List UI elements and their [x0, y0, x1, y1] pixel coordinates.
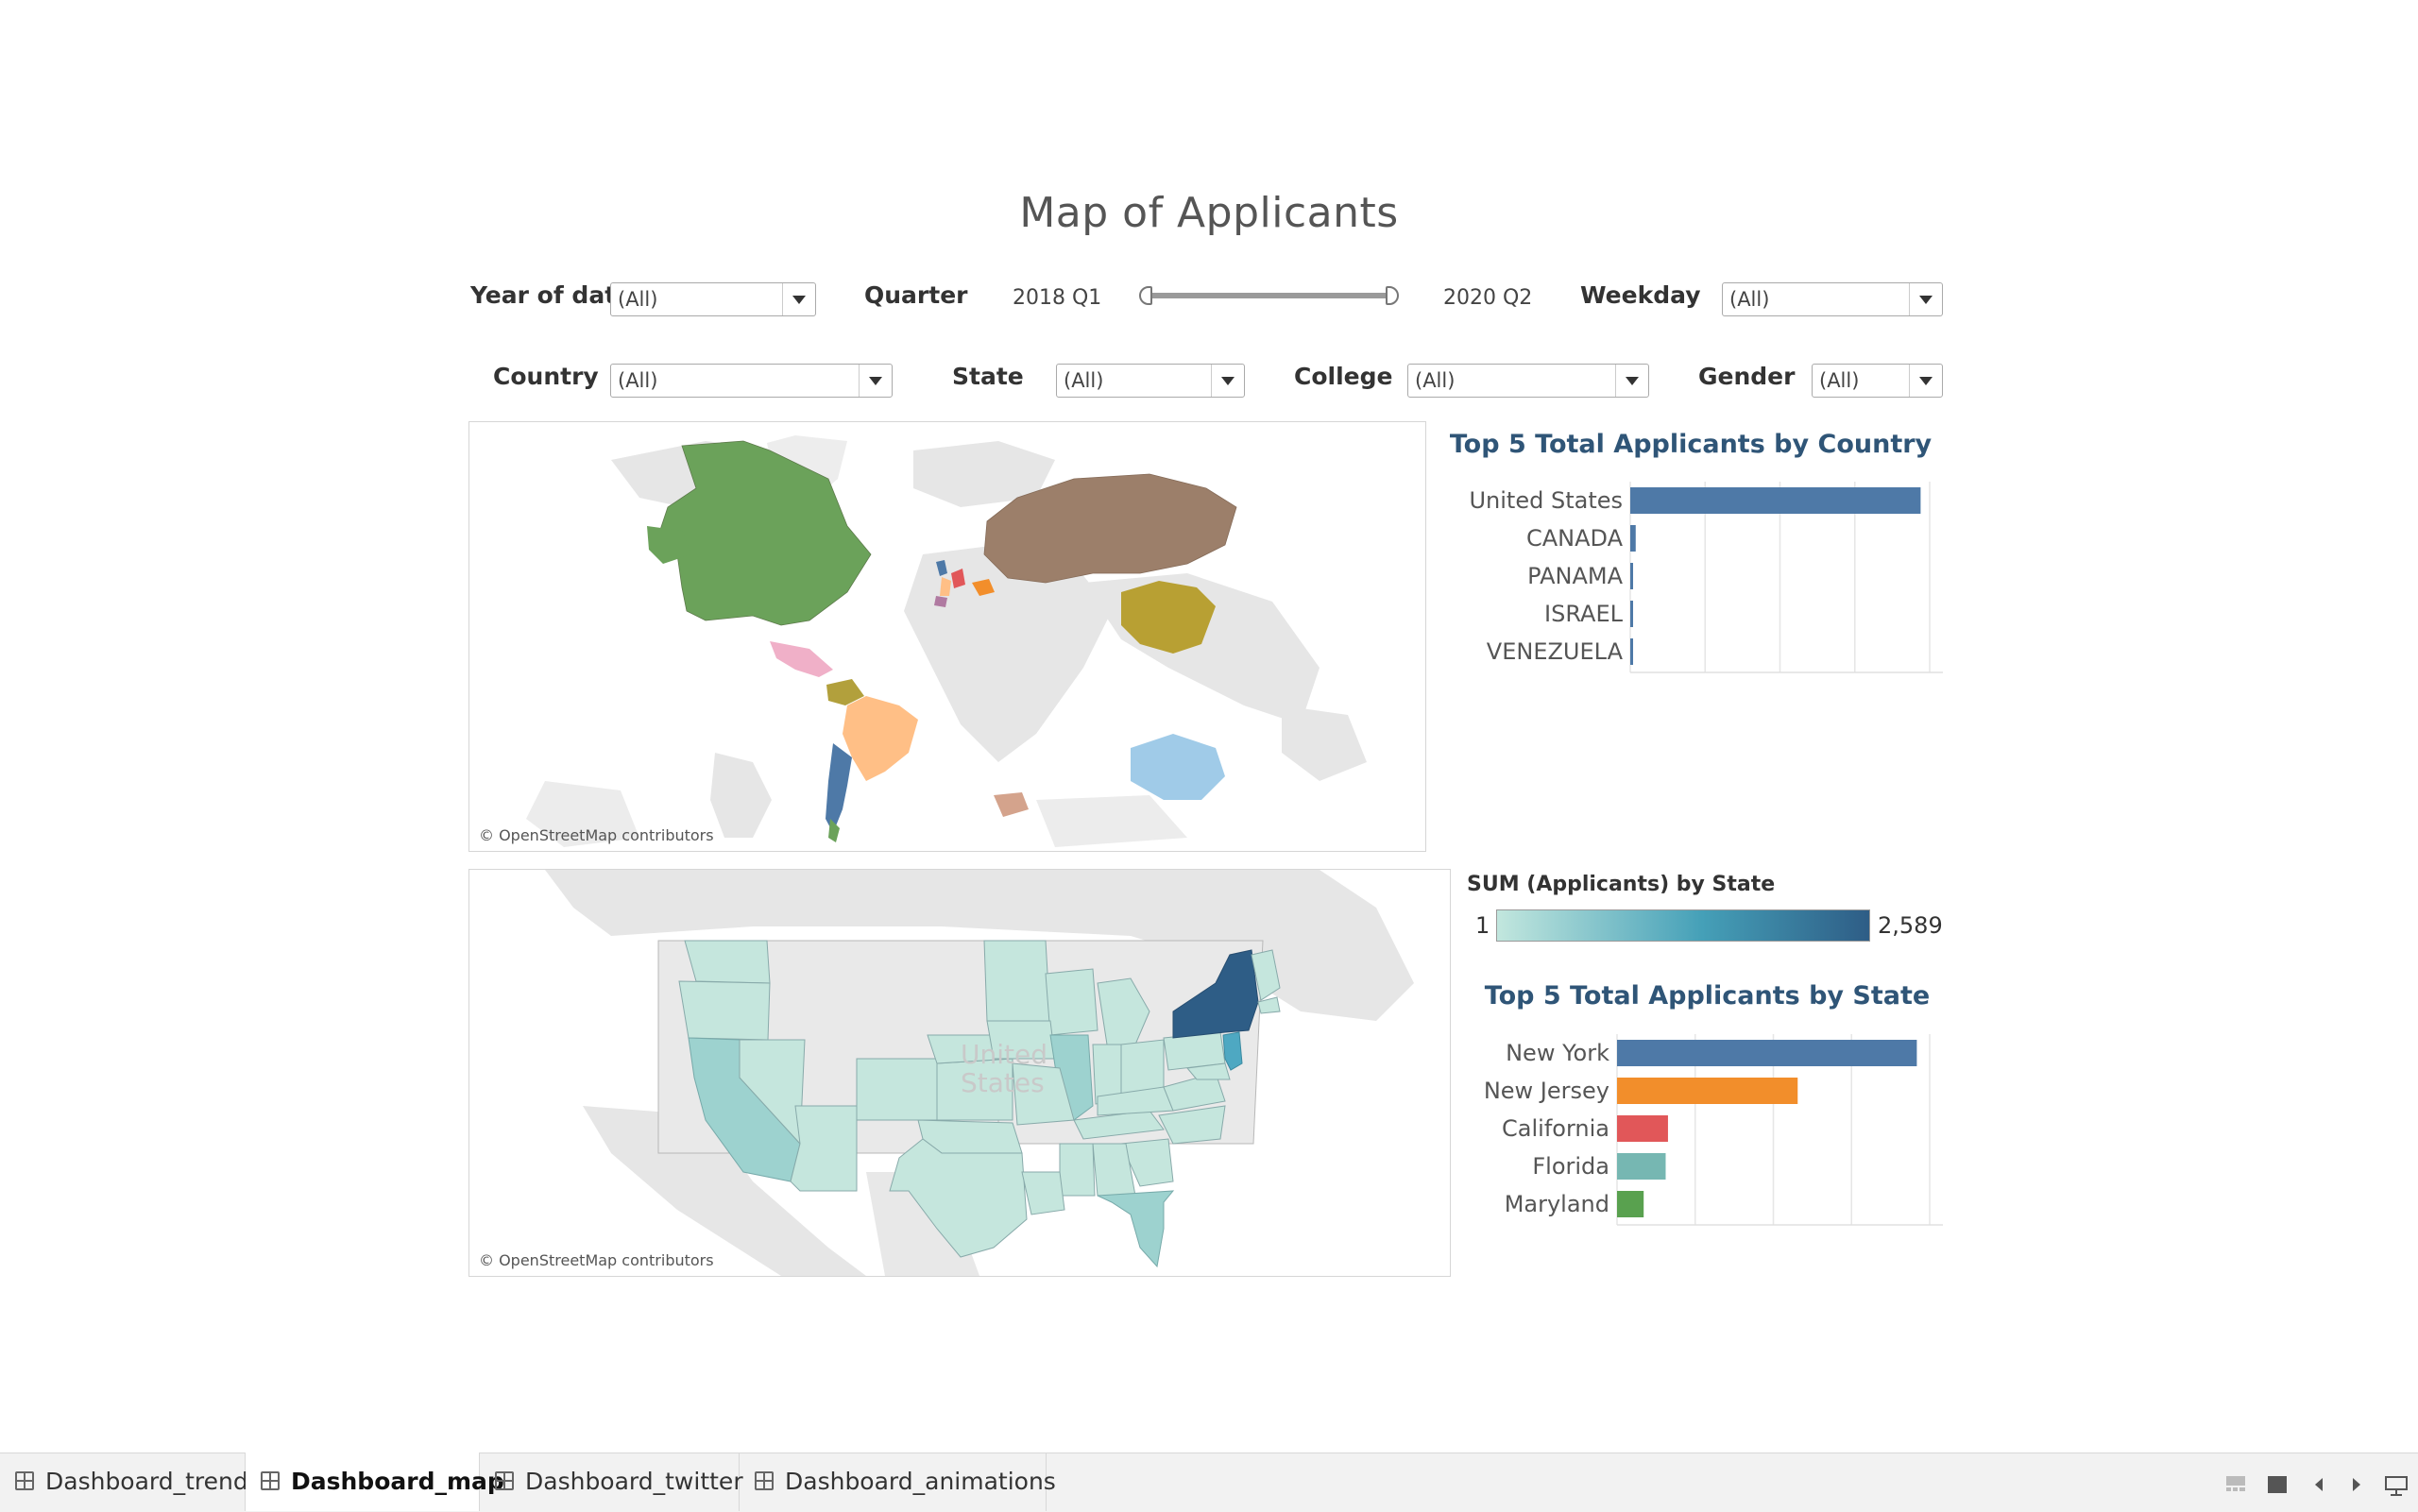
next-sheet-icon[interactable] [2350, 1475, 2363, 1494]
quarter-slider-track[interactable] [1143, 293, 1393, 298]
filmstrip-view-icon[interactable] [2225, 1475, 2246, 1492]
state-bar-chart: New York New Jersey California Florida Maryl… [1455, 1034, 1946, 1232]
country-chart-bar[interactable] [1630, 487, 1921, 514]
tab-label: Dashboard_trend [45, 1468, 248, 1495]
country-bar-chart: United States CANADA PANAMA ISRAEL VENEZUELA [1455, 482, 1946, 680]
us-map-country-label-1: United [961, 1039, 1047, 1070]
legend-color-ramp [1496, 909, 1870, 942]
country-chart-category-label: PANAMA [1527, 563, 1623, 589]
legend-max-value: 2,589 [1878, 912, 1943, 939]
dashboard-icon [15, 1471, 34, 1490]
gender-filter-label: Gender [1698, 363, 1796, 390]
state-chart-bar[interactable] [1617, 1078, 1798, 1104]
quarter-filter-label: Quarter [864, 281, 968, 309]
gender-filter-dropdown[interactable]: (All) [1812, 364, 1943, 398]
state-chart-title: Top 5 Total Applicants by State [1484, 981, 1931, 1011]
chevron-down-icon[interactable] [1909, 365, 1942, 397]
previous-sheet-icon[interactable] [2312, 1475, 2325, 1494]
country-chart-category-label: ISRAEL [1544, 601, 1624, 627]
tab-dashboard-trend[interactable]: Dashboard_trend [0, 1453, 248, 1511]
tab-label: Dashboard_animations [785, 1468, 1056, 1495]
state-chart-bar[interactable] [1617, 1040, 1917, 1066]
chevron-down-icon[interactable] [1909, 283, 1942, 315]
world-map-graphic [526, 435, 1367, 847]
us-map-credit: © OpenStreetMap contributors [479, 1251, 714, 1269]
quarter-slider-start-handle[interactable] [1139, 286, 1152, 305]
tab-dashboard-animations[interactable]: Dashboard_animations [740, 1453, 1056, 1511]
state-filter-dropdown[interactable]: (All) [1056, 364, 1245, 398]
country-chart-category-label: United States [1469, 487, 1623, 514]
state-chart-category-label: California [1502, 1115, 1609, 1142]
dashboard-icon [495, 1471, 514, 1490]
quarter-end-value: 2020 Q2 [1443, 286, 1533, 310]
tab-dashboard-twitter[interactable]: Dashboard_twitter [480, 1453, 743, 1511]
tab-label: Dashboard_map [291, 1468, 504, 1495]
quarter-start-value: 2018 Q1 [1013, 286, 1102, 310]
legend-title: SUM (Applicants) by State [1467, 873, 1776, 896]
country-chart-bar[interactable] [1630, 638, 1633, 665]
world-map-credit: © OpenStreetMap contributors [479, 826, 714, 844]
country-chart-bar[interactable] [1630, 525, 1636, 552]
state-chart-bar[interactable] [1617, 1115, 1668, 1142]
dashboard-title: Map of Applicants [1019, 189, 1399, 237]
chevron-down-icon[interactable] [782, 283, 815, 315]
country-chart-category-label: CANADA [1526, 525, 1624, 552]
state-chart-bar[interactable] [1617, 1153, 1666, 1180]
us-map-graphic: United States [545, 870, 1414, 1276]
state-chart-category-label: Maryland [1505, 1191, 1609, 1217]
quarter-slider-end-handle[interactable] [1386, 286, 1399, 305]
state-chart-category-label: New Jersey [1484, 1078, 1609, 1104]
tab-label: Dashboard_twitter [525, 1468, 743, 1495]
year-filter-label: Year of date [470, 281, 633, 309]
country-filter-value: (All) [618, 369, 658, 392]
gender-filter-value: (All) [1819, 369, 1860, 392]
country-filter-dropdown[interactable]: (All) [610, 364, 893, 398]
chevron-down-icon[interactable] [1211, 365, 1244, 397]
country-chart-category-label: VENEZUELA [1487, 638, 1624, 665]
state-filter-value: (All) [1064, 369, 1104, 392]
country-chart-title: Top 5 Total Applicants by Country [1449, 430, 1933, 459]
chevron-down-icon[interactable] [859, 365, 892, 397]
state-chart-svg: New York New Jersey California Florida Maryl… [1484, 1034, 1943, 1226]
weekday-filter-dropdown[interactable]: (All) [1722, 282, 1943, 316]
college-filter-value: (All) [1415, 369, 1456, 392]
college-filter-dropdown[interactable]: (All) [1407, 364, 1649, 398]
chevron-down-icon[interactable] [1615, 365, 1648, 397]
weekday-filter-value: (All) [1729, 288, 1770, 311]
country-chart-svg: United States CANADA PANAMA ISRAEL VENEZUELA [1469, 482, 1943, 673]
state-chart-bar[interactable] [1617, 1191, 1644, 1217]
state-filter-label: State [952, 363, 1024, 390]
tab-dashboard-map[interactable]: Dashboard_map [246, 1453, 504, 1511]
country-chart-bar[interactable] [1630, 563, 1633, 589]
legend-min-value: 1 [1475, 912, 1490, 939]
weekday-filter-label: Weekday [1580, 281, 1701, 309]
state-chart-category-label: Florida [1532, 1153, 1609, 1180]
single-view-icon[interactable] [2267, 1475, 2288, 1494]
country-chart-bar[interactable] [1630, 601, 1633, 627]
state-chart-category-label: New York [1506, 1040, 1609, 1066]
presentation-mode-icon[interactable] [2384, 1475, 2409, 1496]
dashboard-icon [261, 1471, 280, 1490]
college-filter-label: College [1294, 363, 1393, 390]
country-filter-label: Country [493, 363, 599, 390]
us-map-country-label-2: States [961, 1067, 1045, 1098]
us-map[interactable]: United States © OpenStreetMap contributo… [468, 869, 1451, 1277]
world-map[interactable]: © OpenStreetMap contributors [468, 421, 1426, 852]
year-filter-value: (All) [618, 288, 658, 311]
year-filter-dropdown[interactable]: (All) [610, 282, 816, 316]
dashboard-icon [755, 1471, 774, 1490]
